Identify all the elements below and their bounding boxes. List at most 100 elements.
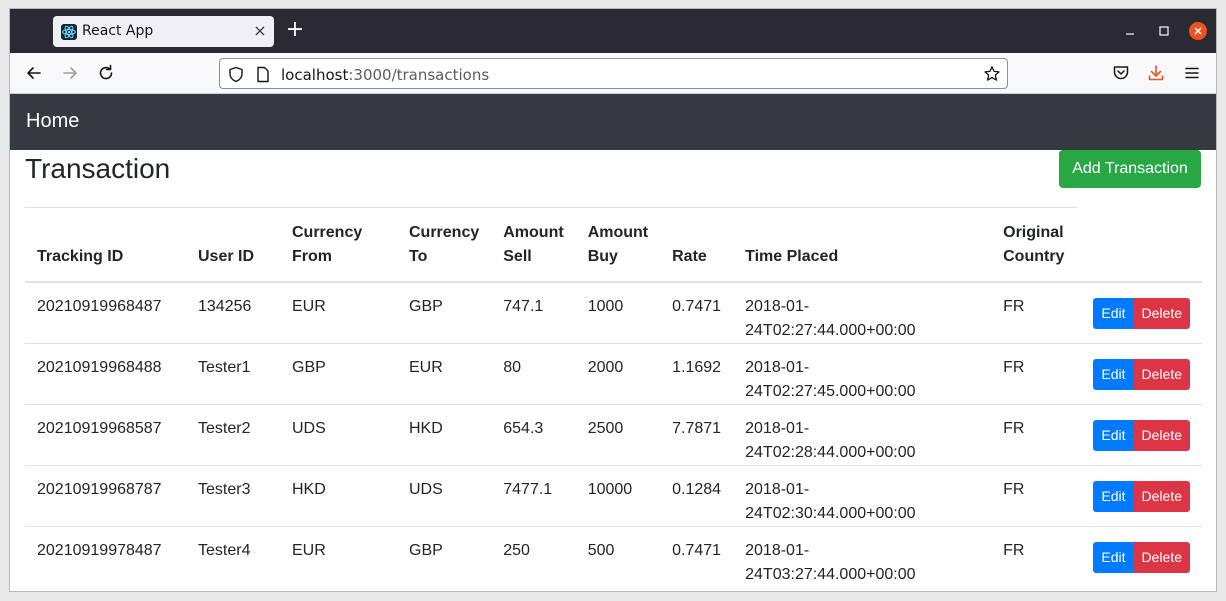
cell-currency-from: UDS [280, 404, 397, 466]
cell-currency-to: GBP [409, 298, 443, 315]
cell-currency-to: HKD [397, 404, 492, 466]
row-action-group: Edit Delete [1093, 419, 1190, 451]
cell-original-country: FR [991, 465, 1077, 527]
edit-button[interactable]: Edit [1093, 297, 1134, 329]
cell-rate: 7.7871 [660, 404, 734, 466]
cell-amount-buy: 1000 [587, 298, 624, 315]
forward-arrow-icon[interactable] [60, 63, 80, 83]
cell-amount-buy: 2500 [575, 404, 661, 466]
cell-user-id: Tester2 [186, 404, 280, 466]
edit-button[interactable]: Edit [1093, 480, 1134, 512]
bookmark-star-icon[interactable] [983, 65, 1001, 88]
tab-close-icon[interactable]: × [252, 23, 268, 39]
cell-currency-to: GBP [397, 526, 492, 587]
browser-toolbar: localhost:3000/transactions [10, 53, 1216, 94]
cell-time-placed: 2018-01-24T02:28:44.000+00:00 [733, 404, 992, 466]
browser-window: React App × + localhost:3000/transaction… [9, 8, 1217, 592]
edit-button[interactable]: Edit [1093, 419, 1134, 451]
cell-rate: 0.7471 [660, 526, 734, 587]
back-arrow-icon[interactable] [24, 63, 44, 83]
cell-amount-sell: 250 [491, 526, 576, 587]
tab-title: React App [82, 23, 154, 39]
cell-currency-from: EUR [292, 298, 326, 315]
column-header-user-id: User ID [186, 208, 280, 283]
column-header-label: Rate [672, 248, 707, 265]
cell-amount-sell: 7477.1 [491, 465, 576, 527]
column-header-label: Amount [503, 224, 564, 241]
column-header-currency-to: Currency To [397, 208, 492, 283]
cell-rate: 0.1284 [660, 465, 734, 527]
edit-button[interactable]: Edit [1093, 541, 1134, 573]
minimize-icon[interactable] [1121, 22, 1139, 40]
delete-button[interactable]: Delete [1133, 480, 1190, 512]
cell-amount-sell: 654.3 [491, 404, 576, 466]
cell-amount-sell: 80 [491, 343, 576, 405]
cell-actions: Edit Delete [1076, 526, 1202, 587]
cell-original-country: FR [991, 404, 1077, 466]
delete-button[interactable]: Delete [1133, 419, 1190, 451]
cell-original-country: FR [1003, 298, 1025, 315]
cell-actions: Edit Delete [1076, 404, 1202, 466]
url-bar[interactable]: localhost:3000/transactions [219, 58, 1008, 89]
cell-user-id: Tester3 [186, 465, 280, 527]
table-row: 20210919978487 Tester4 EUR GBP 250 500 0.7471 2… [25, 526, 1202, 587]
table-row: 20210919968488 Tester1 GBP EUR 80 2000 1.1692 2… [25, 343, 1202, 405]
browser-tab[interactable]: React App × [53, 16, 274, 47]
cell-time-placed: 2018-01-24T02:27:44.000+00:00 [745, 298, 916, 339]
cell-currency-from: HKD [280, 465, 397, 527]
cell-rate: 0.7471 [672, 298, 722, 315]
url-host: localhost [281, 66, 349, 84]
table-body: 20210919968487 134256 EUR GBP 747.1 1000 0.747… [25, 282, 1202, 587]
download-icon[interactable] [1146, 63, 1166, 83]
column-header-label: User ID [198, 248, 255, 265]
cell-amount-buy: 500 [575, 526, 661, 587]
table-row: 20210919968487 134256 EUR GBP 747.1 1000 0.747… [25, 282, 1202, 344]
cell-actions: Edit Delete [1076, 343, 1202, 405]
cell-tracking-id: 20210919968488 [25, 343, 186, 405]
row-action-group: Edit Delete [1093, 541, 1190, 573]
cell-currency-from: GBP [280, 343, 397, 405]
pocket-icon[interactable] [1111, 63, 1131, 83]
delete-button[interactable]: Delete [1133, 541, 1190, 573]
column-header-amount-buy: Amount Buy [575, 208, 661, 283]
cell-time-placed: 2018-01-24T03:27:44.000+00:00 [733, 526, 992, 587]
column-header-label: Tracking ID [37, 248, 124, 265]
column-header-label: Country [1003, 248, 1065, 265]
column-header-label: To [409, 248, 428, 265]
column-header-label: Amount [587, 224, 649, 241]
maximize-icon[interactable] [1155, 22, 1173, 40]
add-transaction-button[interactable]: Add Transaction [1059, 150, 1201, 188]
column-header-amount-sell: Amount Sell [491, 208, 576, 283]
reload-icon[interactable] [96, 63, 116, 83]
menu-icon[interactable] [1182, 63, 1202, 83]
delete-button[interactable]: Delete [1133, 297, 1190, 329]
cell-actions: Edit Delete [1076, 282, 1202, 344]
page-icon [256, 66, 270, 88]
row-action-group: Edit Delete [1093, 480, 1190, 512]
cell-rate: 1.1692 [660, 343, 734, 405]
shield-icon[interactable] [228, 66, 244, 88]
column-header-currency-from: Currency From [280, 208, 397, 283]
cell-tracking-id: 20210919968787 [25, 465, 186, 527]
nav-home-link[interactable]: Home [26, 110, 79, 133]
cell-amount-sell: 747.1 [503, 298, 544, 315]
cell-original-country: FR [991, 526, 1077, 587]
column-header-label: Currency [292, 224, 363, 241]
cell-amount-buy: 10000 [575, 465, 661, 527]
cell-time-placed: 2018-01-24T02:30:44.000+00:00 [733, 465, 992, 527]
edit-button[interactable]: Edit [1093, 358, 1134, 390]
column-header-label: Currency [409, 224, 480, 241]
tab-strip: React App × + [10, 9, 1216, 53]
cell-user-id: 134256 [198, 298, 252, 315]
column-header-original-country: Original Country [991, 208, 1077, 283]
column-header-actions [1076, 208, 1202, 283]
cell-tracking-id: 20210919978487 [25, 526, 186, 587]
column-header-label: Original [1003, 224, 1064, 241]
new-tab-icon[interactable]: + [285, 19, 305, 41]
close-window-icon[interactable] [1189, 22, 1207, 40]
cell-original-country: FR [991, 343, 1077, 405]
table-header-row: Tracking ID User ID Currency From Currency To… [25, 208, 1202, 283]
column-header-rate: Rate [660, 208, 734, 283]
delete-button[interactable]: Delete [1133, 358, 1190, 390]
app-navbar: Home [10, 94, 1216, 150]
